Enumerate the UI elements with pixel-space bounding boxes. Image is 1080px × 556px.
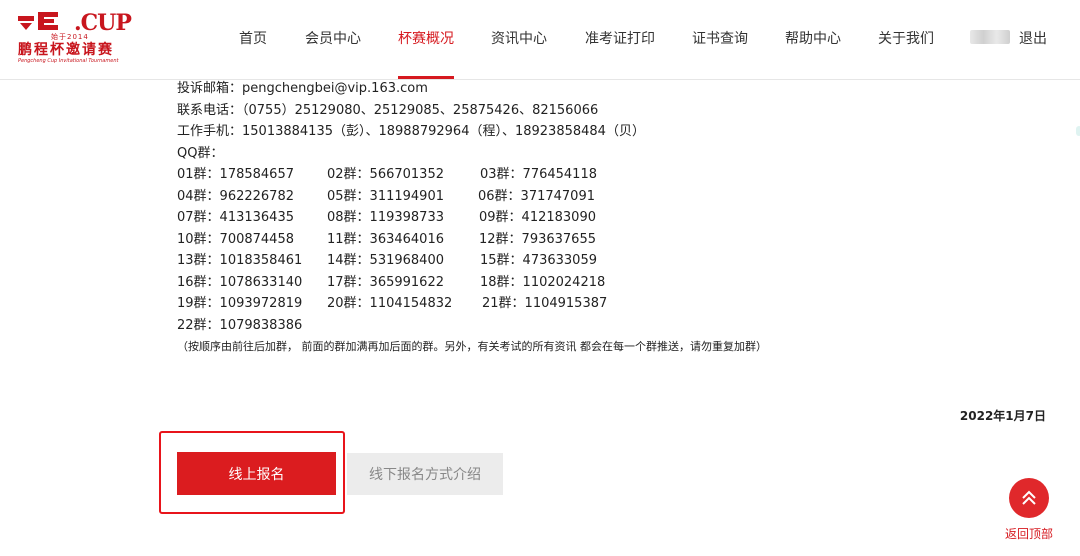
qq-group: 22群：1079838386 <box>177 317 303 333</box>
logo-mark-icon <box>18 12 58 30</box>
side-tab-edge <box>1076 126 1080 136</box>
qq-row: 01群：178584657 02群：566701352 03群：77645411… <box>177 164 1057 186</box>
nav-help-center[interactable]: 帮助中心 <box>785 28 841 48</box>
qq-group: 06群：371747091 <box>478 188 595 204</box>
qq-group: 17群：365991622 <box>327 274 444 290</box>
qq-group: 14群：531968400 <box>327 253 444 268</box>
username-redacted <box>970 30 1010 44</box>
back-to-top-button[interactable] <box>1009 478 1049 518</box>
nav-news-center[interactable]: 资讯中心 <box>491 28 547 48</box>
nav-about-us[interactable]: 关于我们 <box>878 28 934 48</box>
nav-certificate-query[interactable]: 证书查询 <box>692 28 748 48</box>
qq-group: 05群：311194901 <box>327 188 444 204</box>
join-group-note: （按顺序由前往后加群， 前面的群加满再加后面的群。另外，有关考试的所有资讯 都会… <box>177 340 767 353</box>
qq-group: 19群：1093972819 <box>177 296 303 311</box>
offline-registration-info-button[interactable]: 线下报名方式介绍 <box>347 453 503 495</box>
qq-group: 15群：473633059 <box>480 253 597 268</box>
back-to-top-label[interactable]: 返回顶部 <box>1005 525 1053 542</box>
qq-group: 01群：178584657 <box>177 167 294 182</box>
qq-row: 16群：1078633140 17群：365991622 18群：1102024… <box>177 272 1057 294</box>
qq-group: 20群：1104154832 <box>327 296 453 311</box>
contact-phone: 联系电话：（0755）25129080、25129085、25875426、82… <box>177 102 599 118</box>
double-chevron-up-icon <box>1022 490 1036 505</box>
qq-group: 09群：412183090 <box>479 210 596 225</box>
online-registration-button[interactable]: 线上报名 <box>177 452 336 495</box>
contact-content: 投诉邮箱：pengchengbei@vip.163.com 联系电话：（0755… <box>177 64 1057 358</box>
qq-group: 02群：566701352 <box>327 167 444 182</box>
qq-group: 08群：119398733 <box>327 210 444 225</box>
qq-group: 12群：793637655 <box>479 231 596 247</box>
logo-en-text: Pengcheng Cup Invitational Tournament <box>18 58 119 64</box>
qq-row: 10群：700874458 11群：363464016 12群：79363765… <box>177 229 1057 251</box>
qq-group: 18群：1102024218 <box>480 274 606 290</box>
work-mobile: 工作手机：15013884135（彭）、18988792964（程）、18923… <box>177 124 645 139</box>
qq-group: 10群：700874458 <box>177 231 294 247</box>
qq-group: 16群：1078633140 <box>177 274 303 290</box>
qq-group: 11群：363464016 <box>327 231 444 247</box>
publish-date: 2022年1月7日 <box>959 409 1046 423</box>
qq-row: 07群：413136435 08群：119398733 09群：41218309… <box>177 207 1057 229</box>
qq-row: 04群：962226782 05群：311194901 06群：37174709… <box>177 186 1057 208</box>
qq-row: 19群：1093972819 20群：1104154832 21群：110491… <box>177 293 1057 315</box>
logo-cn-text: 鹏程杯邀请赛 <box>18 42 114 58</box>
nav-member-center[interactable]: 会员中心 <box>305 28 361 48</box>
complaint-email: 投诉邮箱：pengchengbei@vip.163.com <box>177 81 428 96</box>
site-logo[interactable]: .CUP 始于2014 鹏程杯邀请赛 Pengcheng Cup Invitat… <box>18 10 132 66</box>
qq-group: 04群：962226782 <box>177 188 294 204</box>
qq-group: 21群：1104915387 <box>482 296 608 311</box>
logout-link[interactable]: 退出 <box>1019 28 1047 48</box>
cutoff-line <box>177 64 1057 78</box>
nav-admission-ticket[interactable]: 准考证打印 <box>585 28 655 48</box>
qq-row: 22群：1079838386 <box>177 315 1057 337</box>
qq-group: 07群：413136435 <box>177 210 294 225</box>
qq-title: QQ群： <box>177 145 224 161</box>
qq-group: 13群：1018358461 <box>177 253 303 268</box>
qq-row: 13群：1018358461 14群：531968400 15群：4736330… <box>177 250 1057 272</box>
nav-cup-overview[interactable]: 杯赛概况 <box>398 28 454 48</box>
qq-group: 03群：776454118 <box>480 167 597 182</box>
nav-home[interactable]: 首页 <box>239 28 267 48</box>
